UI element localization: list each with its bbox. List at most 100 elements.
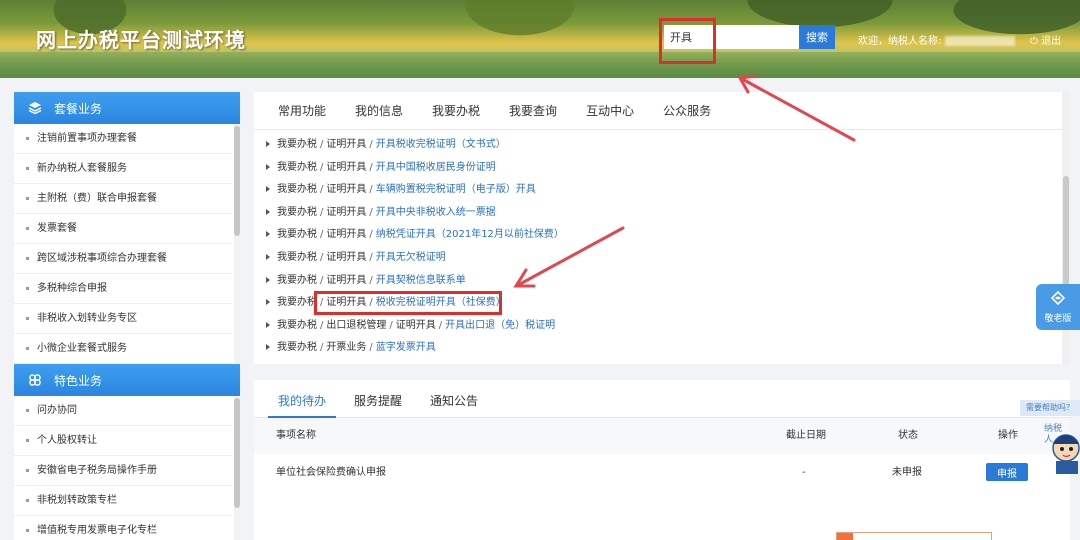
result-link[interactable]: 车辆购置税完税证明（电子版）开具	[376, 184, 536, 195]
breadcrumb-segment: 我要办税	[277, 206, 317, 218]
todo-tabs: 我的待办 服务提醒 通知公告	[254, 380, 1070, 418]
list-item[interactable]: 我要办税 / 出口退税管理 / 证明开具 / 开具出口退（免）税证明	[254, 315, 1070, 338]
sidebar-item[interactable]: 非税收入划转业务专区	[14, 304, 232, 334]
sidebar-item[interactable]: 小微企业套餐式服务	[14, 334, 232, 364]
tab-query[interactable]: 我要查询	[509, 102, 557, 119]
breadcrumb-separator: /	[320, 139, 324, 150]
tab-tax-handling[interactable]: 我要办税	[432, 102, 480, 119]
breadcrumb-separator: /	[369, 274, 373, 286]
list-item[interactable]: 我要办税 / 证明开具 / 开具税收完税证明（文书式）	[254, 134, 1070, 157]
breadcrumb-segment: 我要办税	[277, 139, 317, 150]
breadcrumb-segment: 我要办税	[277, 229, 317, 241]
triangle-right-icon	[266, 208, 270, 215]
sidebar-section-package[interactable]: 套餐业务	[14, 92, 240, 124]
sidebar-item[interactable]: 跨区域涉税事项综合办理套餐	[14, 244, 232, 274]
list-item[interactable]: 我要办税 / 开票业务 / 蓝字发票开具	[254, 337, 1070, 360]
table-row: 单位社会保险费确认申报 - 未申报 申报	[254, 454, 1070, 494]
breadcrumb-separator: /	[369, 184, 373, 196]
tab-notice[interactable]: 通知公告	[430, 380, 478, 418]
banner-lake-image	[0, 52, 1080, 78]
column-header-status: 状态	[898, 430, 918, 441]
breadcrumb-separator: /	[369, 229, 373, 241]
result-link[interactable]: 纳税凭证开具（2021年12月以前社保费）	[376, 229, 564, 240]
todo-panel: 我的待办 服务提醒 通知公告 事项名称 截止日期 状态 操作 单位社会保险费确认…	[254, 380, 1070, 540]
logout-link[interactable]: ⏻ 退出	[1030, 32, 1061, 47]
triangle-right-icon	[266, 321, 270, 328]
sidebar-scrollbar[interactable]	[234, 124, 240, 364]
todo-item-status: 未申报	[892, 467, 922, 478]
sidebar-item[interactable]: 非税划转政策专栏	[14, 486, 232, 516]
breadcrumb-segment: 证明开具	[326, 229, 367, 241]
site-title: 网上办税平台测试环境	[36, 28, 246, 52]
list-item[interactable]: 我要办税 / 证明开具 / 开具无欠税证明	[254, 247, 1070, 270]
breadcrumb-separator: /	[320, 274, 324, 286]
bottom-popup-edge	[836, 532, 992, 540]
sidebar-item[interactable]: 新办纳税人套餐服务	[14, 154, 232, 184]
sidebar-section-feature[interactable]: 特色业务	[14, 364, 240, 396]
sidebar-list-feature: 问办协同 个人股权转让 安徽省电子税务局操作手册 非税划转政策专栏 增值税专用发…	[14, 396, 240, 540]
power-icon: ⏻	[1030, 36, 1038, 47]
result-link[interactable]: 开具税收完税证明（文书式）	[376, 139, 506, 150]
sidebar-scroll-thumb[interactable]	[234, 126, 240, 236]
list-item[interactable]: 我要办税 / 证明开具 / 开具中央非税收入统一票据	[254, 202, 1070, 225]
breadcrumb-separator: /	[320, 229, 324, 241]
tab-public-service[interactable]: 公众服务	[663, 102, 711, 119]
column-header-name: 事项名称	[276, 430, 316, 441]
breadcrumb-separator: /	[369, 251, 373, 263]
tab-interaction[interactable]: 互动中心	[586, 102, 634, 119]
breadcrumb-separator: /	[369, 206, 373, 218]
breadcrumb-separator: /	[320, 319, 324, 331]
apply-button[interactable]: 申报	[986, 463, 1028, 481]
list-item[interactable]: 我要办税 / 证明开具 / 开具契税信息联系单	[254, 270, 1070, 293]
breadcrumb-segment: 我要办税	[277, 319, 317, 331]
triangle-right-icon	[266, 141, 270, 147]
clover-icon	[28, 373, 42, 387]
column-header-deadline: 截止日期	[786, 430, 826, 441]
help-prompt[interactable]: 需要帮助吗？	[1020, 400, 1080, 416]
sidebar-item[interactable]: 注销前置事项办理套餐	[14, 124, 232, 154]
sidebar-item[interactable]: 安徽省电子税务局操作手册	[14, 456, 232, 486]
result-link[interactable]: 开具中国税收居民身份证明	[376, 162, 496, 173]
result-link[interactable]: 开具中央非税收入统一票据	[376, 207, 496, 218]
breadcrumb-separator: /	[320, 206, 324, 218]
sidebar-item[interactable]: 发票套餐	[14, 214, 232, 244]
result-link[interactable]: 蓝字发票开具	[376, 342, 436, 353]
search-results-panel: 常用功能 我的信息 我要办税 我要查询 互动中心 公众服务 我要办税 / 证明开具 /…	[254, 92, 1070, 364]
list-item[interactable]: 我要办税 / 证明开具 / 车辆购置税完税证明（电子版）开具	[254, 179, 1070, 202]
list-item[interactable]: 我要办税 / 证明开具 / 开具中国税收居民身份证明	[254, 157, 1070, 180]
breadcrumb-separator: /	[320, 161, 324, 173]
tab-my-todo[interactable]: 我的待办	[267, 380, 337, 418]
breadcrumb-separator: /	[438, 319, 443, 331]
column-header-action: 操作	[998, 430, 1018, 441]
result-link[interactable]: 开具出口退（免）税证明	[445, 320, 555, 331]
sidebar-item[interactable]: 个人股权转让	[14, 426, 232, 456]
breadcrumb-segment: 证明开具	[326, 161, 367, 173]
mascot-label: 纳税人	[1044, 424, 1063, 445]
breadcrumb-separator: /	[320, 184, 324, 196]
sidebar-scroll-thumb[interactable]	[234, 398, 240, 508]
todo-item-name: 单位社会保险费确认申报	[276, 467, 386, 478]
breadcrumb-separator: /	[369, 342, 373, 354]
triangle-right-icon	[266, 344, 270, 351]
triangle-right-icon	[266, 163, 270, 170]
result-link[interactable]: 开具无欠税证明	[376, 252, 446, 263]
breadcrumb-segment: 我要办税	[277, 297, 317, 309]
sidebar-item[interactable]: 主附税（费）联合申报套餐	[14, 184, 232, 214]
list-item[interactable]: 我要办税 / 证明开具 / 纳税凭证开具（2021年12月以前社保费）	[254, 224, 1070, 247]
sidebar-scrollbar[interactable]	[234, 396, 240, 540]
triangle-right-icon	[266, 253, 270, 260]
breadcrumb-segment: 证明开具	[326, 274, 367, 286]
sidebar-item[interactable]: 问办协同	[14, 396, 232, 426]
elder-mode-button[interactable]: 敬老版	[1036, 284, 1080, 330]
result-link[interactable]: 开具契税信息联系单	[376, 275, 466, 286]
sidebar: 套餐业务 注销前置事项办理套餐 新办纳税人套餐服务 主附税（费）联合申报套餐 发…	[14, 92, 240, 540]
welcome-text: 欢迎，纳税人名称:	[858, 32, 1016, 47]
tab-common[interactable]: 常用功能	[278, 102, 326, 119]
tab-my-info[interactable]: 我的信息	[355, 102, 403, 119]
sidebar-list-package: 注销前置事项办理套餐 新办纳税人套餐服务 主附税（费）联合申报套餐 发票套餐 跨…	[14, 124, 240, 364]
sidebar-item[interactable]: 增值税专用发票电子化专栏	[14, 516, 232, 540]
tab-service-reminder[interactable]: 服务提醒	[354, 380, 402, 418]
breadcrumb-segment: 开票业务	[326, 342, 367, 354]
sidebar-item[interactable]: 多税种综合申报	[14, 274, 232, 304]
search-button[interactable]: 搜索	[799, 25, 835, 49]
